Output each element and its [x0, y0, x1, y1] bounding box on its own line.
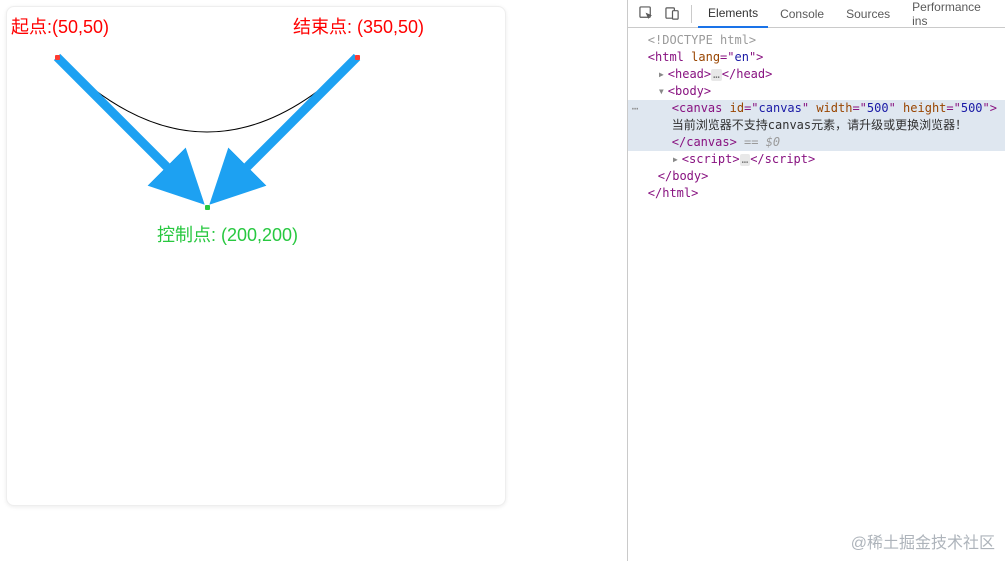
end-point-dot	[355, 55, 360, 60]
arrow-start-to-control	[7, 7, 507, 507]
bezier-curve	[7, 7, 507, 507]
start-point-label: 起点:(50,50)	[11, 13, 109, 39]
src-body-open[interactable]: ▾<body>	[628, 83, 1005, 100]
device-toggle-icon[interactable]	[660, 6, 685, 21]
end-point-label: 结束点: (350,50)	[293, 13, 424, 39]
tab-elements[interactable]: Elements	[698, 1, 768, 28]
src-head[interactable]: ▸<head>…</head>	[628, 66, 1005, 83]
watermark: @稀土掘金技术社区	[851, 529, 995, 553]
tab-sources[interactable]: Sources	[836, 0, 900, 27]
start-point-dot	[55, 55, 60, 60]
canvas-fallback-text: 当前浏览器不支持canvas元素，请升级或更换浏览器！	[672, 118, 967, 132]
control-point-label: 控制点: (200,200)	[157, 221, 298, 247]
src-html-close[interactable]: </html>	[628, 185, 1005, 202]
canvas-card: 起点:(50,50) 结束点: (350,50) 控制点: (200,200)	[6, 6, 506, 506]
src-script[interactable]: ▸<script>…</script>	[628, 151, 1005, 168]
src-html-open[interactable]: <html lang="en">	[628, 49, 1005, 66]
src-canvas-selected[interactable]: <canvas id="canvas" width="500" height="…	[628, 100, 1005, 151]
tab-divider	[691, 5, 692, 23]
elements-source-tree[interactable]: <!DOCTYPE html> <html lang="en"> ▸<head>…	[628, 28, 1005, 202]
src-doctype[interactable]: <!DOCTYPE html>	[628, 32, 1005, 49]
page-left-pane: 起点:(50,50) 结束点: (350,50) 控制点: (200,200)	[0, 0, 627, 561]
arrow-end-to-control	[7, 7, 507, 507]
inspect-icon[interactable]	[634, 6, 659, 21]
tab-console[interactable]: Console	[770, 0, 834, 27]
devtools-panel: Elements Console Sources Performance ins…	[627, 0, 1005, 561]
devtools-tabs: Elements Console Sources Performance ins	[628, 0, 1005, 28]
control-point-dot	[205, 205, 210, 210]
tab-performance[interactable]: Performance ins	[902, 0, 1005, 27]
src-body-close[interactable]: </body>	[628, 168, 1005, 185]
